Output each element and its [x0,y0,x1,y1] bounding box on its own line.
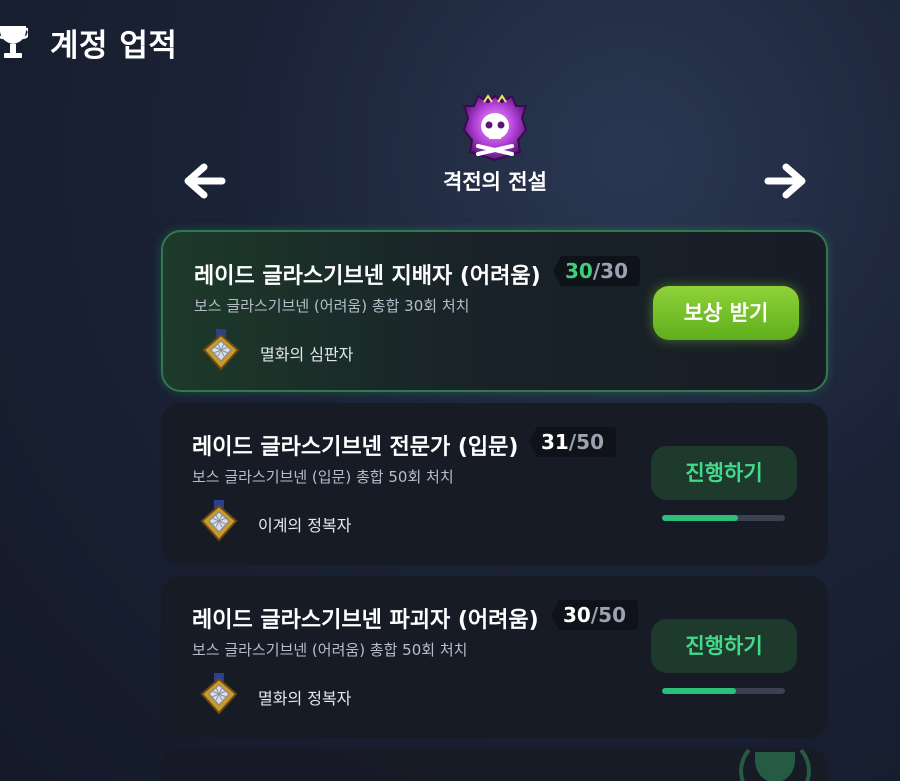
achievement-description: 보스 글라스기브넨 (어려움) 총합 30회 처치 [194,297,470,315]
page-title: 계정 업적 [50,28,178,64]
claim-reward-button[interactable]: 보상 받기 [653,286,799,340]
reward-title: 이계의 정복자 [258,516,352,535]
achievement-name: 레이드 글라스기브넨 지배자 (어려움) [194,264,541,289]
achievement-description: 보스 글라스기브넨 (입문) 총합 50회 처치 [192,468,454,486]
achievement-progress-count: 30/30 [553,256,640,286]
achievement-card-partial [161,748,828,781]
progress-current: 30 [565,259,593,283]
progress-current: 31 [541,430,569,454]
proceed-button[interactable]: 진행하기 [651,619,797,673]
progress-bar [662,688,785,694]
achievement-card: 레이드 글라스기브넨 지배자 (어려움) 30/30 보스 글라스기브넨 (어려… [161,230,828,392]
progress-bar-fill [662,515,739,521]
reward-title: 멸화의 정복자 [258,689,352,708]
achievement-progress-count: 30/50 [551,600,638,630]
proceed-button[interactable]: 진행하기 [651,446,797,500]
reward-title: 멸화의 심판자 [260,345,354,364]
progress-bar [662,515,785,521]
medal-icon [202,329,240,371]
achievement-description: 보스 글라스기브넨 (어려움) 총합 50회 처치 [192,641,468,659]
page-header: 계정 업적 [0,20,177,65]
trophy-watermark-icon [739,748,811,781]
achievement-progress-count: 31/50 [529,427,616,457]
achievement-card: 레이드 글라스기브넨 전문가 (입문) 31/50 보스 글라스기브넨 (입문)… [161,403,828,565]
achievement-name: 레이드 글라스기브넨 파괴자 (어려움) [192,608,539,633]
demon-skull-emblem-icon [462,94,528,162]
achievement-card: 레이드 글라스기브넨 파괴자 (어려움) 30/50 보스 글라스기브넨 (어려… [161,576,828,738]
arrow-left-icon[interactable] [182,163,226,199]
medal-icon [200,673,238,715]
progress-total: /50 [590,603,626,627]
category-title: 격전의 전설 [443,170,547,194]
progress-total: /50 [568,430,604,454]
progress-total: /30 [592,259,628,283]
achievement-name: 레이드 글라스기브넨 전문가 (입문) [192,435,519,460]
medal-icon [200,500,238,542]
progress-bar-fill [662,688,736,694]
arrow-right-icon[interactable] [764,163,808,199]
progress-current: 30 [563,603,591,627]
trophy-icon [0,25,28,58]
